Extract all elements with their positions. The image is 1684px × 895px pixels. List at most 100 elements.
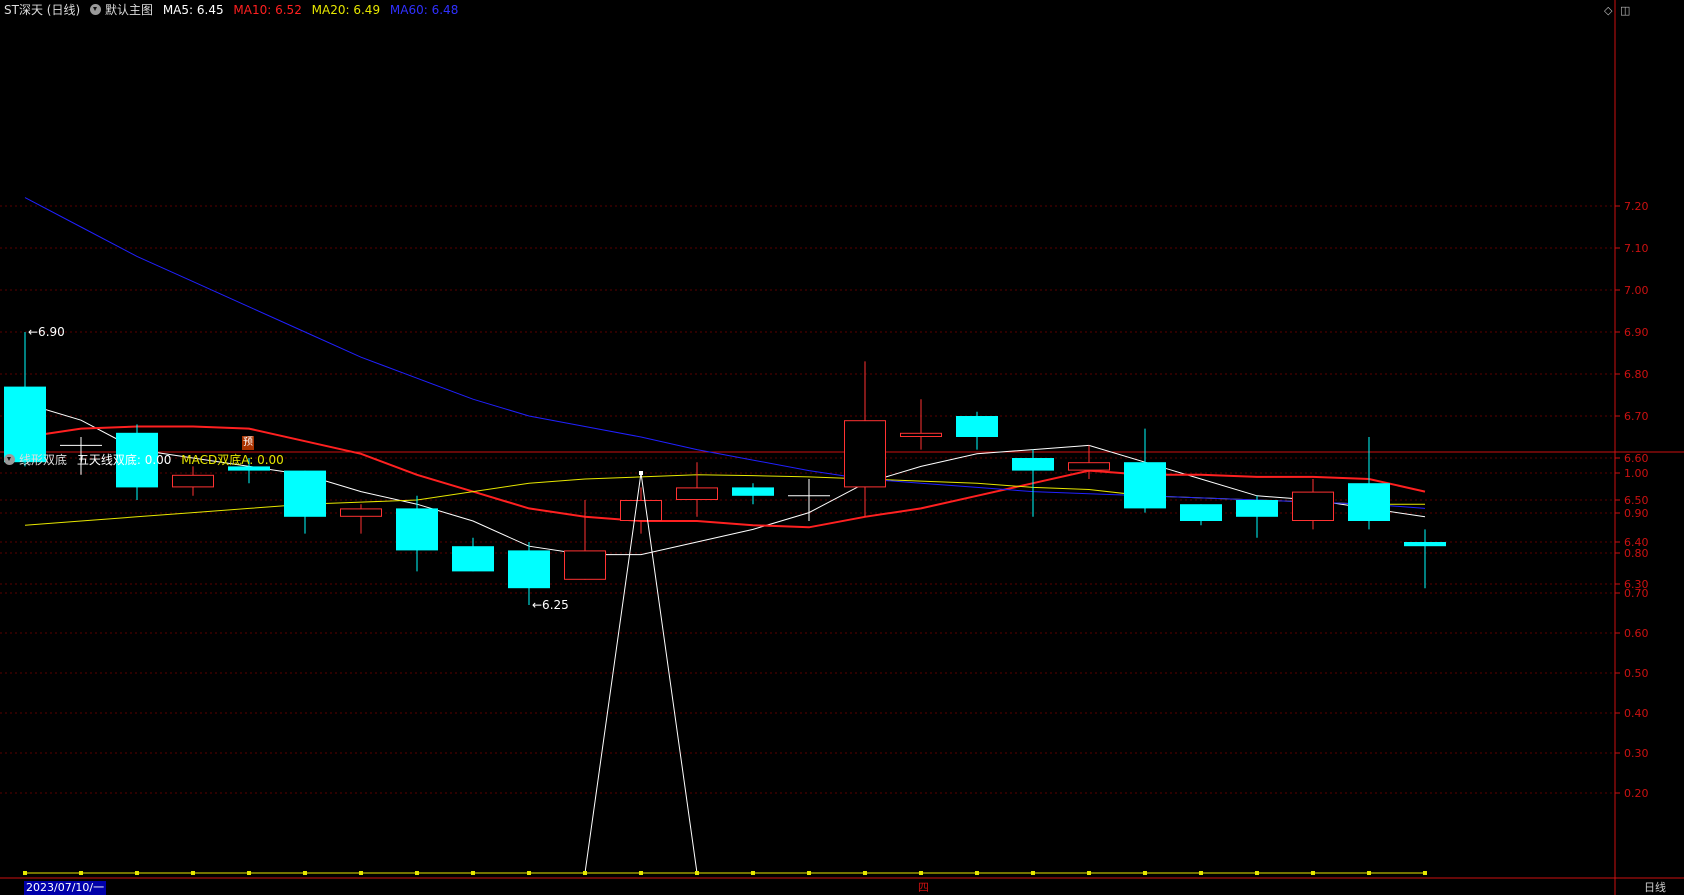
indicator-point [807,871,811,875]
indicator-tick-label: 0.40 [1624,707,1649,720]
indicator-tick-label: 1.00 [1624,467,1649,480]
candlestick[interactable] [452,537,494,572]
indicator-point [415,871,419,875]
candlestick[interactable] [900,399,942,450]
ma20-value: MA20: 6.49 [311,3,381,17]
panel-icon[interactable]: ◫ [1620,4,1630,17]
candlestick[interactable] [564,500,606,580]
candle-body [452,546,494,572]
indicator-point [751,871,755,875]
period-label[interactable]: 日线 [1644,881,1666,895]
candle-body [732,487,774,496]
indicator-point [23,871,27,875]
candle-body [1236,500,1278,517]
candlestick[interactable] [788,479,830,521]
template-dropdown[interactable]: 默认主图 [89,3,153,17]
indicator-tick-label: 0.90 [1624,507,1649,520]
candlestick[interactable] [1012,449,1054,517]
main-chart-header: ST深天 (日线) 默认主图 MA5: 6.45 MA10: 6.52 MA20… [4,0,464,20]
candle-body [172,474,214,488]
dropdown-icon[interactable] [4,454,15,465]
candle-body [508,550,550,589]
indicator-point [303,871,307,875]
price-tick-label: 7.20 [1624,200,1649,213]
price-tick-label: 6.70 [1624,410,1649,423]
candlestick[interactable] [508,542,550,605]
candlestick[interactable] [172,466,214,496]
indicator-point [1311,871,1315,875]
indicator-point [247,871,251,875]
candle-body [1348,483,1390,521]
indicator-point [1255,871,1259,875]
candlestick[interactable] [4,332,46,467]
indicator-point [79,871,83,875]
indicator-axis: 1.00 0.90 0.80 0.70 0.60 0.50 0.40 0.30 0.20 [1615,467,1649,800]
ma5-value: MA5: 6.45 [162,3,224,17]
indicator-point [527,871,531,875]
price-axis: 7.207.107.006.906.806.706.606.506.406.30 [1615,200,1649,591]
candlestick[interactable] [1236,495,1278,538]
candlestick[interactable] [620,487,662,534]
indicator-point [639,471,643,475]
maximize-icon[interactable]: ◇ [1604,4,1612,17]
price-tick-label: 6.50 [1624,494,1649,507]
event-marker[interactable]: 四 [918,881,929,895]
price-annotation: ←6.25 [532,598,569,612]
candle-body [900,432,942,437]
candle-body [844,420,886,488]
indicator-point [1423,871,1427,875]
candlestick[interactable] [1348,437,1390,530]
ma-line-ma5 [24,402,1426,556]
indicator-value-a: 五天线双底: 0.00 [76,453,172,467]
indicator-point [583,871,587,875]
indicator-point [639,871,643,875]
indicator-tick-label: 0.80 [1624,547,1649,560]
candle-body [564,550,606,580]
indicator-tick-label: 0.70 [1624,587,1649,600]
cursor-date: 2023/07/10/一 [24,881,107,895]
candlestick[interactable] [676,462,718,517]
indicator-value-b: MACD双底A: 0.00 [181,453,284,467]
indicator-point [1143,871,1147,875]
candlestick[interactable] [396,495,438,572]
ma60-value: MA60: 6.48 [389,3,459,17]
indicator-point [191,871,195,875]
candle-body [284,470,326,517]
candlestick[interactable] [732,483,774,505]
candlestick[interactable] [1124,428,1166,513]
indicator-dropdown[interactable]: 线形双底 [4,453,67,467]
candlestick[interactable] [1292,479,1334,530]
indicator-point [135,871,139,875]
dropdown-icon[interactable] [89,4,101,15]
candle-body [1124,462,1166,509]
indicator-point [1087,871,1091,875]
candle-body [1068,462,1110,471]
indicator-point [863,871,867,875]
indicator-point [1199,871,1203,875]
candlestick[interactable] [1180,504,1222,526]
candlestick[interactable] [844,361,886,517]
candlestick[interactable] [340,504,382,534]
prediction-badge[interactable]: 预 [242,436,254,450]
indicator-point [1367,871,1371,875]
candle-body [620,500,662,521]
moving-average-lines [24,197,1426,556]
candlestick[interactable] [284,470,326,534]
indicator-point [1031,871,1035,875]
candlestick[interactable] [1404,529,1446,589]
price-tick-label: 7.00 [1624,284,1649,297]
candle-body [956,416,998,437]
price-annotation: ←6.90 [28,325,65,339]
indicator-point [359,871,363,875]
candle-body [1012,458,1054,471]
candlestick[interactable] [956,411,998,450]
candle-body [676,487,718,500]
indicator-point [919,871,923,875]
stock-title[interactable]: ST深天 (日线) [4,3,80,17]
indicator-tick-label: 0.60 [1624,627,1649,640]
candle-body [1292,491,1334,522]
candle-body [396,508,438,551]
indicator-tick-label: 0.30 [1624,747,1649,760]
price-tick-label: 7.10 [1624,242,1649,255]
indicator-tick-label: 0.50 [1624,667,1649,680]
